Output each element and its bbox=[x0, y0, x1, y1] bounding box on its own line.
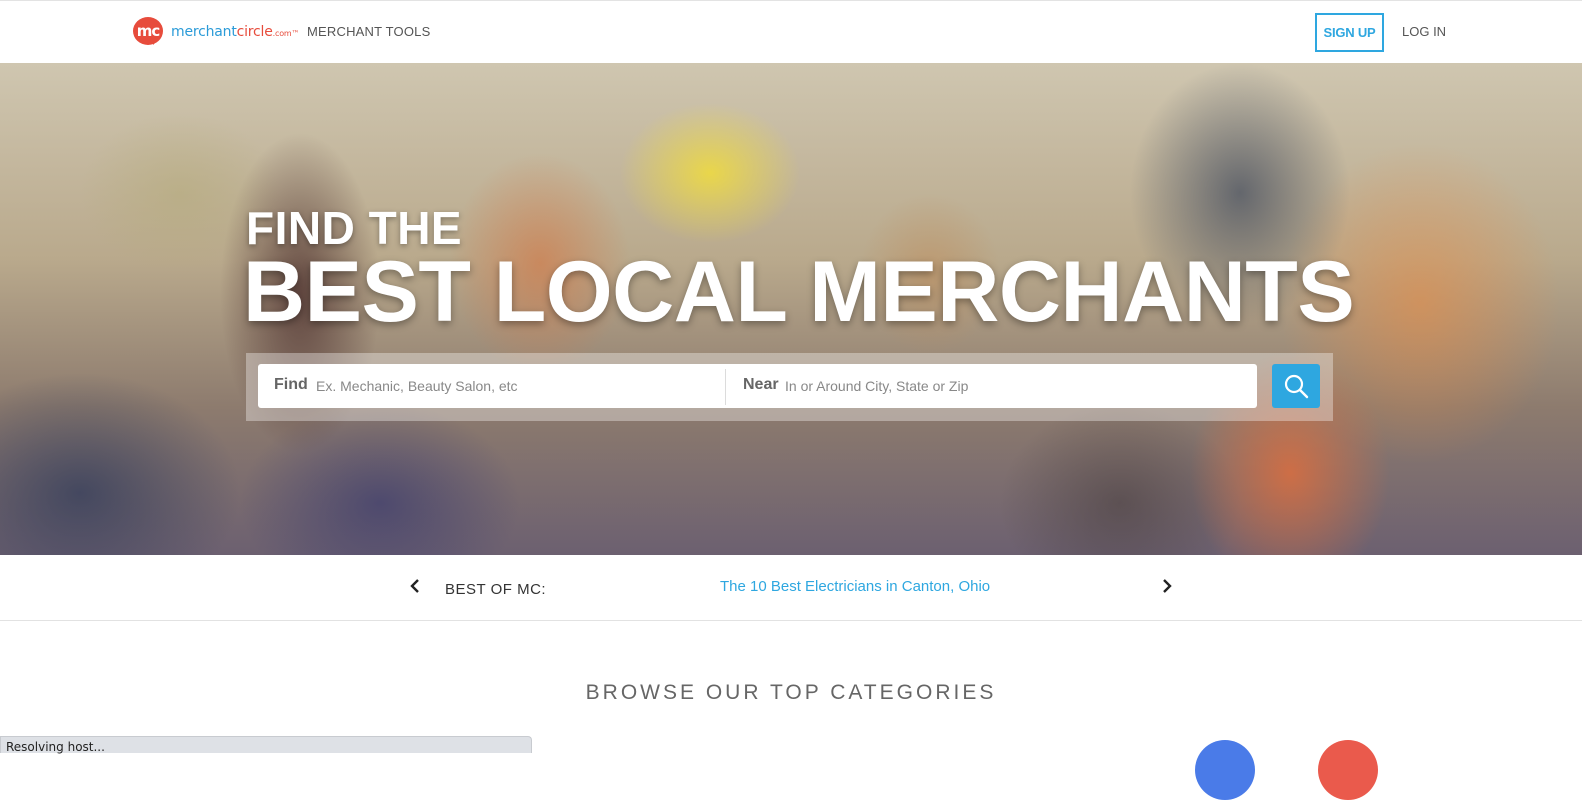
search-box: Find Near bbox=[258, 364, 1257, 408]
search-icon bbox=[1284, 374, 1309, 399]
best-of-link[interactable]: The 10 Best Electricians in Canton, Ohio bbox=[720, 578, 990, 595]
logo-badge-tail bbox=[153, 37, 161, 45]
find-label: Find bbox=[274, 376, 308, 393]
search-button[interactable] bbox=[1272, 364, 1320, 408]
near-label: Near bbox=[743, 376, 779, 393]
chevron-right-icon bbox=[1163, 579, 1172, 593]
category-icon-red[interactable] bbox=[1318, 740, 1378, 800]
hero-title-big: BEST LOCAL MERCHANTS bbox=[243, 244, 1355, 340]
logo-text-suffix: .com™ bbox=[272, 29, 300, 38]
logo-text-accent: circle bbox=[236, 24, 273, 40]
category-icon-blue[interactable] bbox=[1195, 740, 1255, 800]
near-input[interactable] bbox=[785, 369, 1235, 403]
sign-up-button[interactable]: SIGN UP bbox=[1315, 13, 1384, 52]
search-divider bbox=[725, 369, 726, 405]
log-in-link[interactable]: LOG IN bbox=[1402, 24, 1446, 39]
hero-banner: FIND THE BEST LOCAL MERCHANTS Find Near bbox=[0, 63, 1582, 555]
logo-badge-icon: mc bbox=[133, 17, 165, 47]
next-arrow-button[interactable] bbox=[1157, 575, 1177, 597]
search-panel: Find Near bbox=[246, 353, 1333, 421]
merchant-tools-link[interactable]: MERCHANT TOOLS bbox=[307, 24, 430, 39]
prev-arrow-button[interactable] bbox=[405, 575, 425, 597]
best-of-label: BEST OF MC: bbox=[445, 581, 547, 598]
logo-text-main: merchant bbox=[171, 24, 237, 40]
browser-status-bar: Resolving host... bbox=[0, 736, 532, 754]
categories-heading: BROWSE OUR TOP CATEGORIES bbox=[585, 681, 997, 704]
best-of-mc-bar: BEST OF MC: The 10 Best Electricians in … bbox=[0, 555, 1582, 621]
top-navbar: mc merchantcircle.com™ MERCHANT TOOLS SI… bbox=[0, 0, 1582, 63]
logo-wordmark: merchantcircle.com™ bbox=[171, 24, 300, 40]
chevron-left-icon bbox=[410, 579, 419, 593]
find-input[interactable] bbox=[316, 369, 706, 403]
merchantcircle-logo[interactable]: mc merchantcircle.com™ bbox=[133, 17, 300, 47]
